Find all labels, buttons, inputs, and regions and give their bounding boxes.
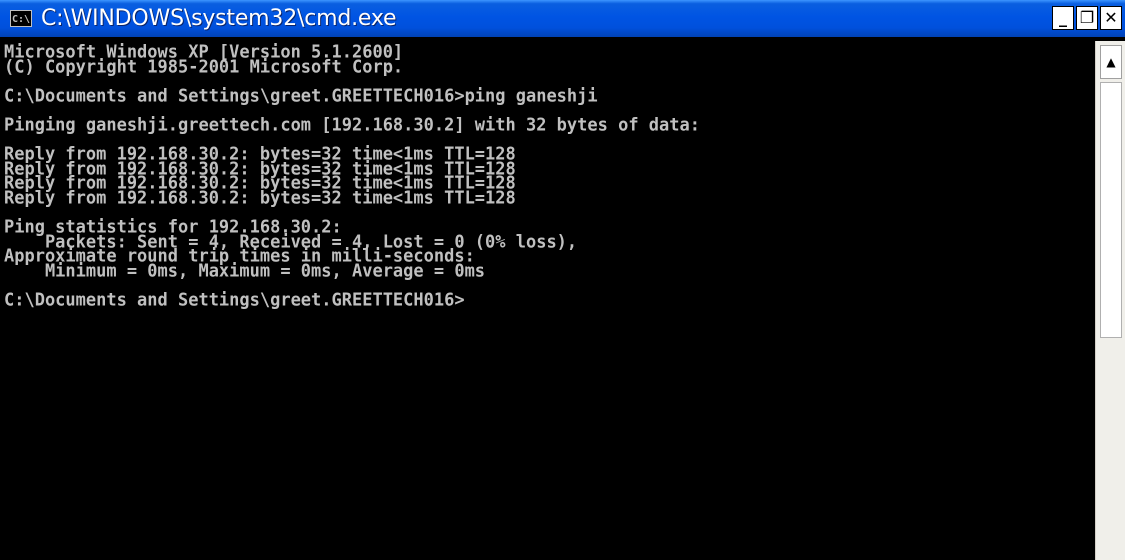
window-controls: _ ❐ ✕ [1052, 6, 1122, 30]
console-line: Minimum = 0ms, Maximum = 0ms, Average = … [4, 260, 486, 282]
maximize-icon[interactable]: ❐ [1076, 6, 1098, 30]
console-line: Pinging ganeshji.greettech.com [192.168.… [4, 114, 700, 136]
scrollbar-thumb[interactable] [1100, 82, 1122, 338]
arrow-up-icon[interactable]: ▲ [1100, 45, 1122, 79]
cmd-window: C:\ C:\WINDOWS\system32\cmd.exe _ ❐ ✕ Mi… [0, 0, 1125, 560]
minimize-icon[interactable]: _ [1052, 6, 1074, 30]
console-line: (C) Copyright 1985-2001 Microsoft Corp. [4, 56, 404, 78]
title-bar[interactable]: C:\ C:\WINDOWS\system32\cmd.exe _ ❐ ✕ [0, 0, 1125, 37]
window-title: C:\WINDOWS\system32\cmd.exe [41, 6, 397, 31]
console-line: C:\Documents and Settings\greet.GREETTEC… [4, 289, 465, 311]
cmd-app-icon[interactable]: C:\ [10, 10, 32, 27]
close-icon[interactable]: ✕ [1100, 6, 1122, 30]
vertical-scrollbar[interactable]: ▲ [1095, 41, 1125, 560]
console-line: C:\Documents and Settings\greet.GREETTEC… [4, 85, 598, 107]
console-output[interactable]: Microsoft Windows XP [Version 5.1.2600](… [0, 41, 1095, 560]
console-line: Reply from 192.168.30.2: bytes=32 time<1… [4, 187, 516, 209]
